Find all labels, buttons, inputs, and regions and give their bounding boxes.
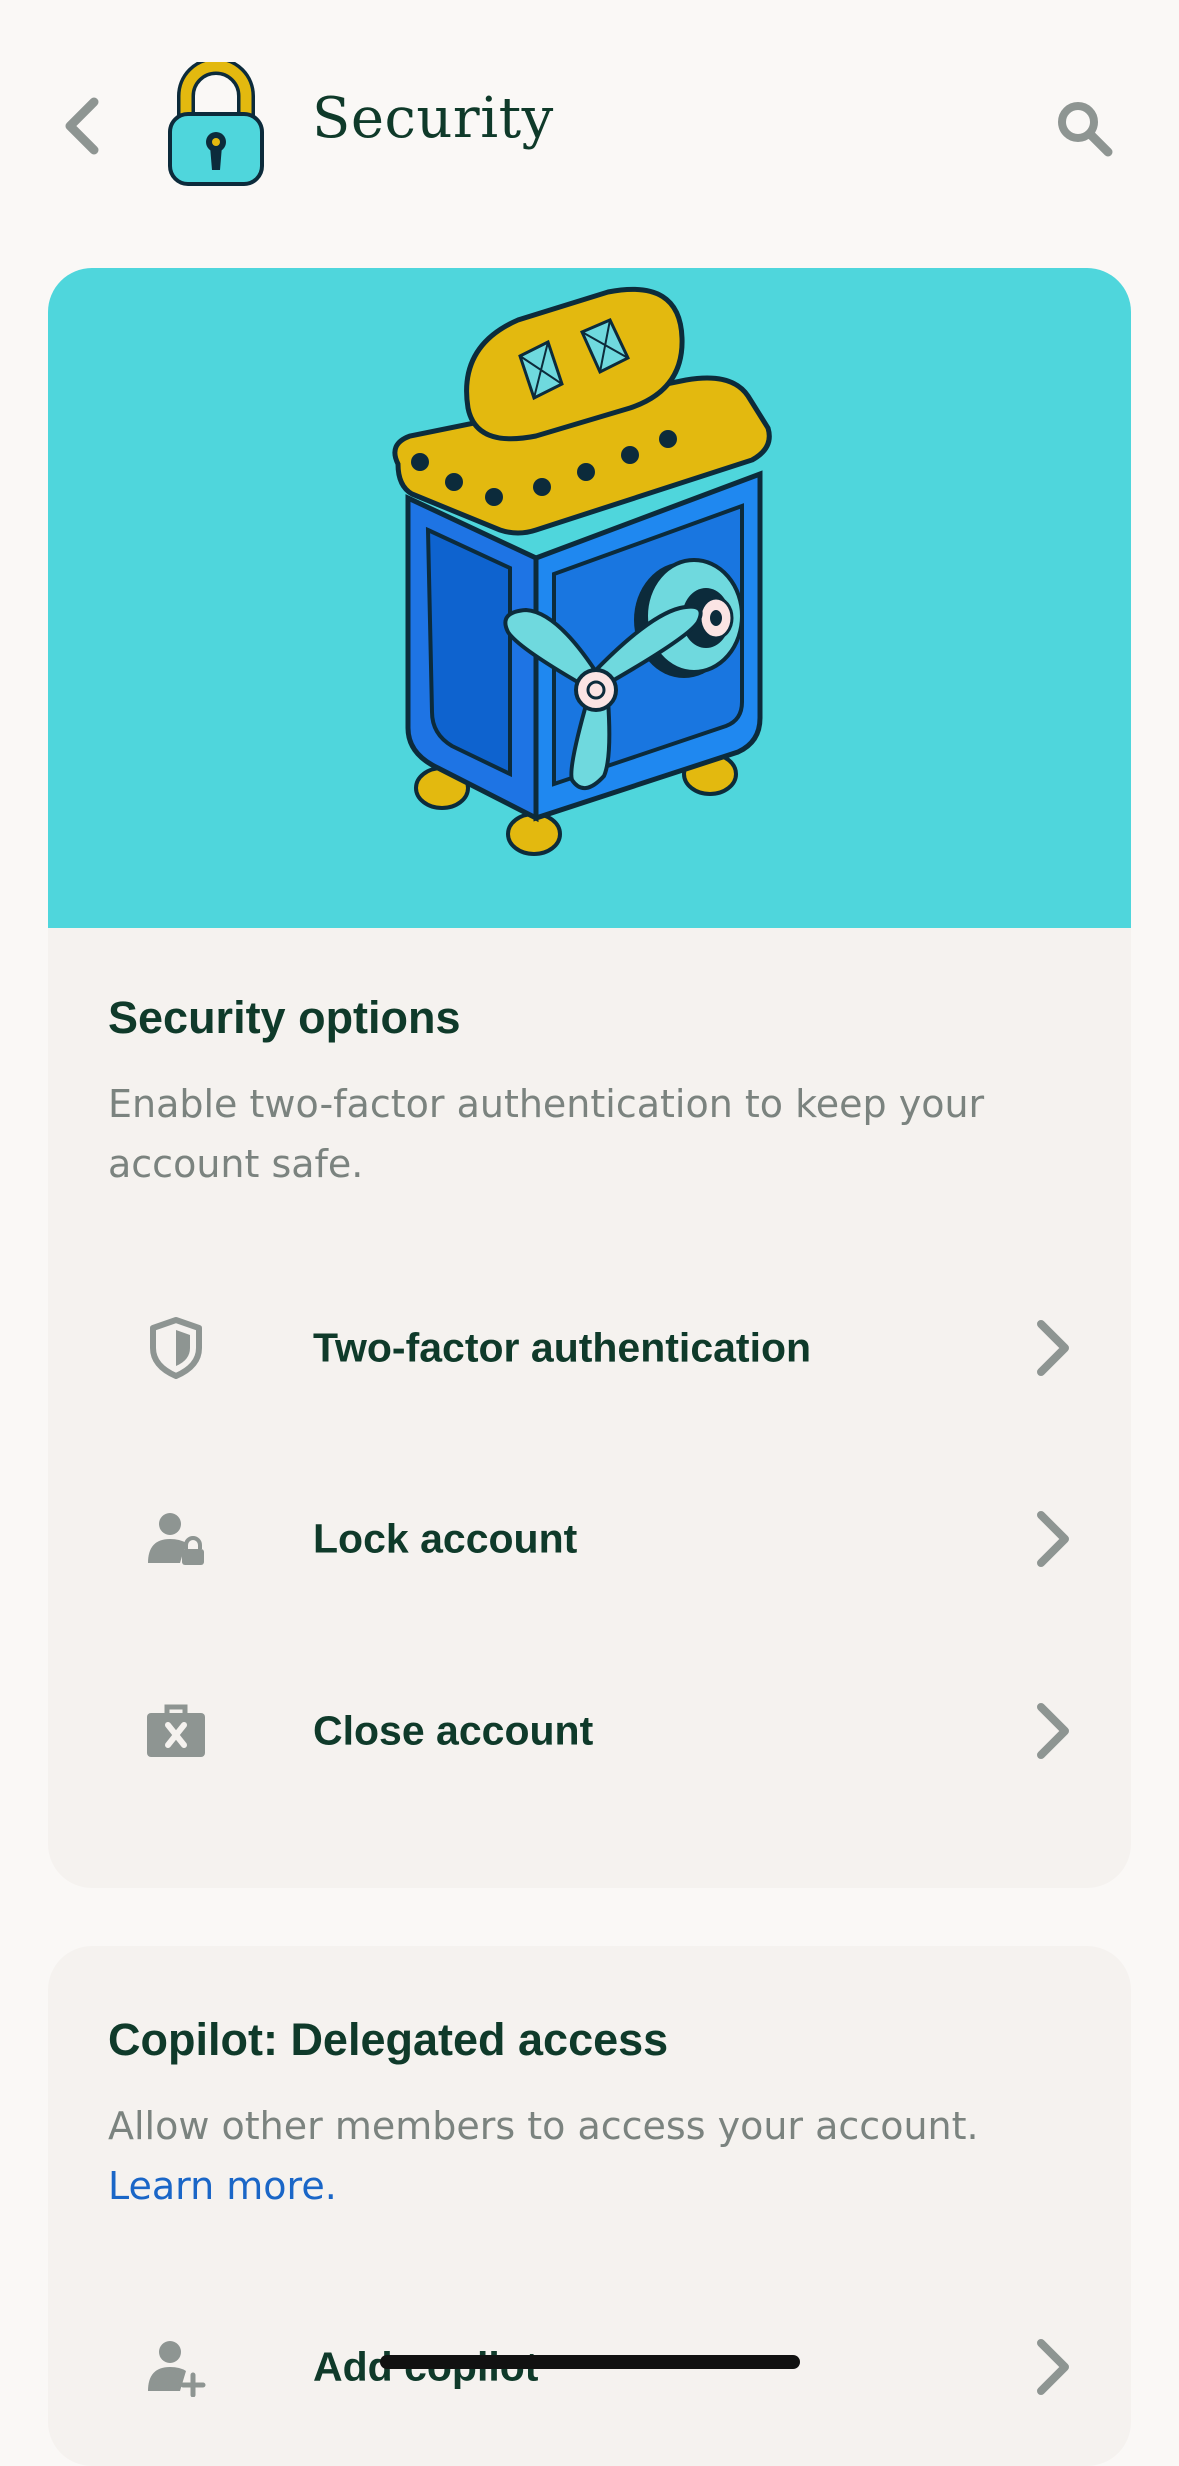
item-label: Lock account <box>313 1515 578 1562</box>
close-account-item[interactable]: Close account <box>108 1656 1098 1806</box>
section-description: Allow other members to access your accou… <box>108 2096 1068 2216</box>
section-description: Enable two-factor authentication to keep… <box>108 1082 985 1186</box>
chevron-right-icon <box>1028 2335 1078 2399</box>
item-label: Close account <box>313 1707 594 1754</box>
search-button[interactable] <box>1048 92 1120 164</box>
home-indicator[interactable] <box>380 2355 800 2369</box>
two-factor-authentication-item[interactable]: Two-factor authentication <box>108 1273 1098 1423</box>
page-title: Security <box>312 86 554 151</box>
security-options-card: Security options Enable two-factor authe… <box>48 268 1131 1888</box>
user-add-icon <box>144 2335 208 2399</box>
learn-more-link[interactable]: Learn more. <box>108 2164 337 2208</box>
copilot-card: Copilot: Delegated access Allow other me… <box>48 1946 1131 2466</box>
back-button[interactable] <box>50 88 114 164</box>
chevron-right-icon <box>1028 1699 1078 1763</box>
safe-illustration <box>392 286 772 856</box>
hero-banner <box>48 268 1131 928</box>
briefcase-x-icon <box>144 1699 208 1763</box>
search-icon <box>1058 102 1113 157</box>
chevron-left-icon <box>65 97 99 155</box>
chevron-right-icon <box>1028 1507 1078 1571</box>
section-title: Copilot: Delegated access <box>108 2014 669 2065</box>
chevron-right-icon <box>1028 1316 1078 1380</box>
copilot-description: Allow other members to access your accou… <box>108 2104 979 2148</box>
item-label: Two-factor authentication <box>313 1324 812 1371</box>
shield-icon <box>144 1316 208 1380</box>
user-lock-icon <box>144 1507 208 1571</box>
lock-account-item[interactable]: Lock account <box>108 1464 1098 1614</box>
section-title: Security options <box>108 992 461 1043</box>
app-header: Security <box>0 0 1179 250</box>
padlock-icon <box>168 62 264 186</box>
